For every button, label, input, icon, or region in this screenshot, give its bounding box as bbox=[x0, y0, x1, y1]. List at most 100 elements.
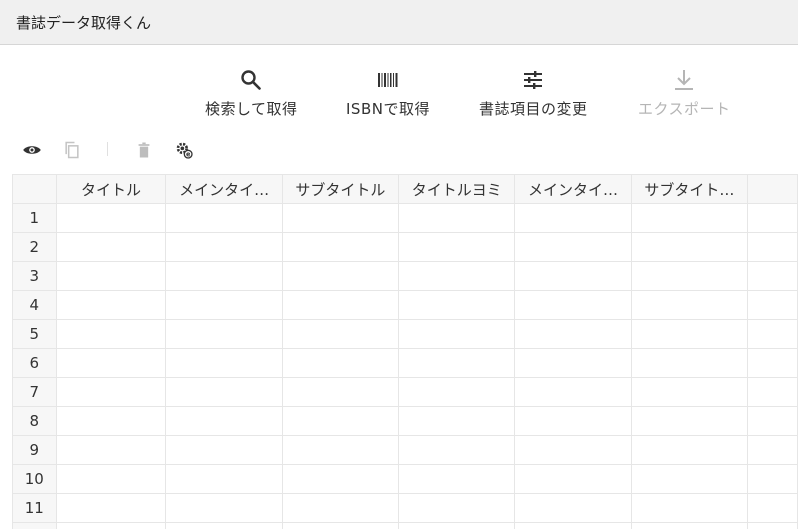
table-cell[interactable] bbox=[630, 203, 749, 233]
table-cell[interactable] bbox=[55, 319, 167, 349]
table-cell[interactable] bbox=[398, 406, 516, 436]
table-cell[interactable] bbox=[398, 290, 516, 320]
table-cell[interactable] bbox=[55, 232, 167, 262]
table-cell[interactable] bbox=[281, 348, 400, 378]
table-cell[interactable] bbox=[630, 493, 749, 523]
table-cell[interactable] bbox=[165, 348, 283, 378]
table-cell[interactable] bbox=[514, 406, 632, 436]
table-cell[interactable] bbox=[165, 203, 283, 233]
table-cell[interactable] bbox=[398, 464, 516, 494]
table-cell[interactable] bbox=[281, 232, 400, 262]
row-number[interactable]: 10 bbox=[12, 464, 57, 494]
column-header[interactable]: タイトルヨミ bbox=[398, 174, 516, 204]
corner-cell[interactable] bbox=[12, 174, 57, 204]
table-cell[interactable] bbox=[747, 319, 798, 349]
table-cell[interactable] bbox=[165, 261, 283, 291]
table-cell[interactable] bbox=[55, 348, 167, 378]
copy-icon[interactable] bbox=[62, 140, 82, 160]
table-cell[interactable] bbox=[747, 435, 798, 465]
table-cell[interactable] bbox=[281, 493, 400, 523]
table-cell[interactable] bbox=[514, 522, 632, 529]
export-button[interactable]: エクスポート bbox=[638, 68, 731, 122]
column-header-overflow[interactable] bbox=[747, 174, 798, 204]
table-cell[interactable] bbox=[281, 522, 400, 529]
table-cell[interactable] bbox=[55, 522, 167, 529]
table-cell[interactable] bbox=[630, 522, 749, 529]
table-cell[interactable] bbox=[630, 319, 749, 349]
table-cell[interactable] bbox=[55, 464, 167, 494]
table-cell[interactable] bbox=[281, 261, 400, 291]
column-header[interactable]: サブタイトル bbox=[281, 174, 400, 204]
table-cell[interactable] bbox=[514, 435, 632, 465]
table-cell[interactable] bbox=[514, 232, 632, 262]
table-cell[interactable] bbox=[281, 203, 400, 233]
table-cell[interactable] bbox=[514, 290, 632, 320]
table-cell[interactable] bbox=[398, 493, 516, 523]
table-cell[interactable] bbox=[165, 522, 283, 529]
row-number[interactable]: 5 bbox=[12, 319, 57, 349]
table-cell[interactable] bbox=[630, 348, 749, 378]
eye-icon[interactable] bbox=[22, 140, 42, 160]
table-cell[interactable] bbox=[630, 290, 749, 320]
table-cell[interactable] bbox=[398, 232, 516, 262]
trash-icon[interactable] bbox=[134, 140, 154, 160]
table-cell[interactable] bbox=[514, 203, 632, 233]
row-number[interactable]: 1 bbox=[12, 203, 57, 233]
table-cell[interactable] bbox=[630, 464, 749, 494]
table-cell[interactable] bbox=[747, 203, 798, 233]
table-cell[interactable] bbox=[630, 435, 749, 465]
isbn-fetch-button[interactable]: ISBNで取得 bbox=[346, 68, 430, 122]
table-cell[interactable] bbox=[165, 377, 283, 407]
table-cell[interactable] bbox=[747, 406, 798, 436]
row-number[interactable]: 11 bbox=[12, 493, 57, 523]
row-number[interactable]: 2 bbox=[12, 232, 57, 262]
table-cell[interactable] bbox=[55, 203, 167, 233]
table-cell[interactable] bbox=[514, 493, 632, 523]
table-cell[interactable] bbox=[398, 319, 516, 349]
change-fields-button[interactable]: 書誌項目の変更 bbox=[479, 68, 588, 122]
table-cell[interactable] bbox=[281, 319, 400, 349]
column-header[interactable]: メインタイ… bbox=[514, 174, 632, 204]
column-header[interactable]: タイトル bbox=[55, 174, 167, 204]
table-cell[interactable] bbox=[398, 203, 516, 233]
table-cell[interactable] bbox=[747, 261, 798, 291]
table-cell[interactable] bbox=[747, 348, 798, 378]
table-cell[interactable] bbox=[398, 435, 516, 465]
table-cell[interactable] bbox=[630, 261, 749, 291]
table-cell[interactable] bbox=[281, 464, 400, 494]
row-number[interactable]: 7 bbox=[12, 377, 57, 407]
row-number[interactable]: 8 bbox=[12, 406, 57, 436]
table-cell[interactable] bbox=[630, 232, 749, 262]
gear-icon[interactable] bbox=[174, 140, 194, 160]
table-cell[interactable] bbox=[55, 406, 167, 436]
row-number[interactable]: 9 bbox=[12, 435, 57, 465]
column-header[interactable]: サブタイト… bbox=[630, 174, 749, 204]
table-cell[interactable] bbox=[55, 493, 167, 523]
table-cell[interactable] bbox=[514, 377, 632, 407]
table-cell[interactable] bbox=[165, 290, 283, 320]
table-cell[interactable] bbox=[630, 377, 749, 407]
table-cell[interactable] bbox=[398, 261, 516, 291]
table-cell[interactable] bbox=[55, 290, 167, 320]
table-cell[interactable] bbox=[281, 406, 400, 436]
row-number[interactable]: 12 bbox=[12, 522, 57, 529]
row-number[interactable]: 6 bbox=[12, 348, 57, 378]
table-cell[interactable] bbox=[55, 435, 167, 465]
table-cell[interactable] bbox=[55, 377, 167, 407]
table-cell[interactable] bbox=[514, 348, 632, 378]
table-cell[interactable] bbox=[747, 232, 798, 262]
table-cell[interactable] bbox=[747, 377, 798, 407]
row-number[interactable]: 3 bbox=[12, 261, 57, 291]
table-cell[interactable] bbox=[165, 464, 283, 494]
table-cell[interactable] bbox=[747, 290, 798, 320]
table-cell[interactable] bbox=[747, 493, 798, 523]
table-cell[interactable] bbox=[747, 464, 798, 494]
table-cell[interactable] bbox=[398, 522, 516, 529]
table-cell[interactable] bbox=[281, 290, 400, 320]
row-number[interactable]: 4 bbox=[12, 290, 57, 320]
table-cell[interactable] bbox=[165, 406, 283, 436]
table-cell[interactable] bbox=[55, 261, 167, 291]
table-cell[interactable] bbox=[281, 435, 400, 465]
table-cell[interactable] bbox=[747, 522, 798, 529]
table-cell[interactable] bbox=[514, 261, 632, 291]
